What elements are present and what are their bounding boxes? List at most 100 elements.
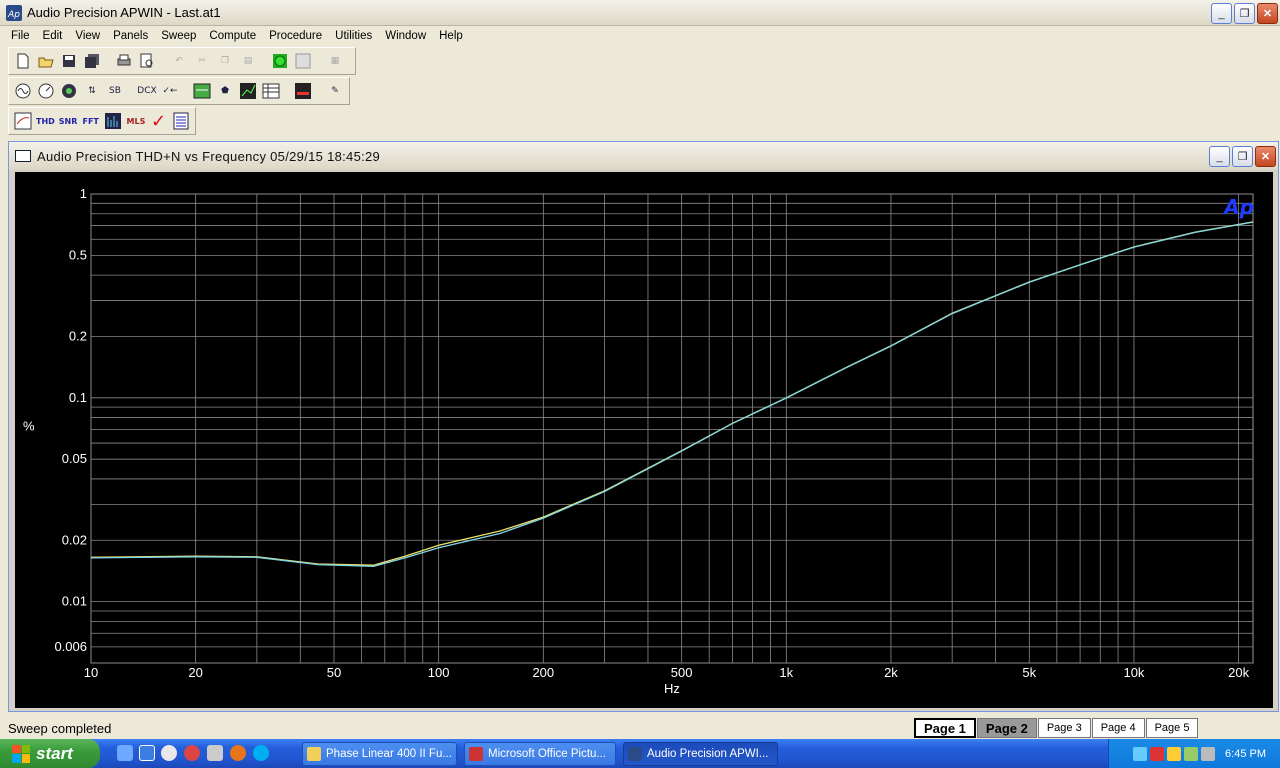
graph-panel-icon[interactable] [12,110,34,132]
copy-icon[interactable]: ❐ [214,50,236,72]
menu-panels[interactable]: Panels [106,30,154,42]
menu-sweep[interactable]: Sweep [154,30,202,42]
paste-icon[interactable]: ▤ [237,50,259,72]
data-icon[interactable] [260,80,282,102]
thd-frequency-chart: 10 20 50 100 200 500 1k 2k 5k 10k 20k 1 0.5 0.2 0.1 0.0… [23,186,1254,696]
generator-icon[interactable] [12,80,34,102]
level-icon[interactable]: ⬟ [214,80,236,102]
new-icon[interactable] [12,50,34,72]
stat-bit-icon[interactable]: SB [104,80,126,102]
graph-window-titlebar: Audio Precision THD+N vs Frequency 05/29… [9,142,1278,170]
start-button[interactable]: start [0,739,100,768]
volume-icon[interactable] [1201,746,1216,761]
edit-icon[interactable]: ✎ [324,80,346,102]
y-tick-label: 0.02 [62,532,87,547]
toolbar-panels: ⇅ SB DCX ✓← ⬟ ✎ [8,77,350,105]
display-icon[interactable] [292,80,314,102]
x-tick-label: 2k [884,665,898,680]
firefox-icon[interactable] [230,745,246,761]
menu-view[interactable]: View [68,30,106,42]
quick-launch-app-icon[interactable] [184,745,200,761]
save-icon[interactable] [58,50,80,72]
go-icon[interactable] [269,50,291,72]
menu-help[interactable]: Help [432,30,469,42]
undo-icon[interactable]: ↶ [168,50,190,72]
page-tab-4[interactable]: Page 4 [1091,718,1145,738]
snr-icon[interactable]: SNR [57,110,79,132]
network-icon[interactable] [1133,746,1148,761]
minimize-button[interactable]: _ [1211,3,1232,24]
toolbar-file: ↶ ✂ ❐ ▤ ▦ [8,47,356,75]
save-all-icon[interactable] [81,50,103,72]
menu-compute[interactable]: Compute [202,30,262,42]
mls-icon[interactable]: MLS [125,110,147,132]
graph-maximize-button[interactable]: ❐ [1232,146,1253,167]
skype-icon[interactable] [253,745,269,761]
security-icon[interactable] [1150,746,1165,761]
x-tick-label: 100 [428,665,450,680]
windows-logo-icon [12,744,30,763]
fft-icon[interactable]: FFT [80,110,102,132]
sweep-arrow-icon[interactable]: ✓← [159,80,181,102]
page-tabs: Page 1 Page 2 Page 3 Page 4 Page 5 [914,718,1199,738]
y-tick-label: 0.01 [62,594,87,609]
tray-app-icon[interactable] [1167,746,1182,761]
task-label: Audio Precision APWI... [647,748,769,760]
picture-manager-icon [469,747,483,761]
dcx-icon[interactable] [58,80,80,102]
y-tick-label: 0.006 [54,639,87,654]
graph-window: Audio Precision THD+N vs Frequency 05/29… [8,141,1279,712]
media-player-icon[interactable] [161,745,177,761]
list-icon[interactable] [170,110,192,132]
check-icon[interactable]: ✓ [148,110,170,132]
graph-close-button[interactable]: ✕ [1255,146,1276,167]
panel-icon[interactable]: ▦ [324,50,346,72]
analyzer-icon[interactable] [35,80,57,102]
stop-icon[interactable] [292,50,314,72]
internet-explorer-icon[interactable] [139,745,155,761]
task-phase-linear[interactable]: Phase Linear 400 II Fu... [302,742,457,766]
plot-frame [90,193,1254,664]
explorer-icon[interactable] [207,745,223,761]
menu-procedure[interactable]: Procedure [262,30,328,42]
x-axis-label: Hz [664,681,680,696]
graph-icon[interactable] [237,80,259,102]
switcher-icon[interactable]: ⇅ [81,80,103,102]
taskbar: start Phase Linear 400 II Fu... Microsof… [0,739,1280,768]
menu-edit[interactable]: Edit [36,30,69,42]
print-icon[interactable] [113,50,135,72]
monitor-icon[interactable] [191,80,213,102]
bargraph-icon[interactable] [103,110,125,132]
series-line-1 [90,221,1254,566]
menu-utilities[interactable]: Utilities [328,30,378,42]
y-tick-label: 0.2 [69,328,87,343]
page-tab-2[interactable]: Page 2 [976,718,1037,738]
x-tick-label: 200 [532,665,554,680]
series-line-2 [90,221,1254,567]
restore-button[interactable]: ❐ [1234,3,1255,24]
print-preview-icon[interactable] [136,50,158,72]
y-tick-label: 1 [80,186,87,201]
dcx2-icon[interactable]: DCX [136,80,158,102]
menu-file[interactable]: File [4,30,36,42]
close-button[interactable]: ✕ [1257,3,1278,24]
task-office-picture[interactable]: Microsoft Office Pictu... [464,742,616,766]
x-tick-label: 50 [327,665,341,680]
update-icon[interactable] [1184,746,1199,761]
page-tab-1[interactable]: Page 1 [914,718,976,738]
cut-icon[interactable]: ✂ [191,50,213,72]
page-tab-5[interactable]: Page 5 [1145,718,1199,738]
open-icon[interactable] [35,50,57,72]
page-tab-3[interactable]: Page 3 [1037,718,1091,738]
title-bar: Ap Audio Precision APWIN - Last.at1 _ ❐ … [0,0,1280,26]
show-desktop-icon[interactable] [117,745,133,761]
menu-window[interactable]: Window [378,30,432,42]
graph-minimize-button[interactable]: _ [1209,146,1230,167]
toolbar-measurements: THD SNR FFT MLS ✓ [8,107,196,135]
task-audio-precision[interactable]: Audio Precision APWI... [623,742,778,766]
folder-icon [307,747,321,761]
thd-icon[interactable]: THD [35,110,57,132]
ap-app-icon [628,747,642,761]
svg-text:Ap: Ap [7,10,20,20]
plot-area[interactable]: 10 20 50 100 200 500 1k 2k 5k 10k 20k 1 0.5 0.2 0.1 0.0… [15,172,1273,708]
